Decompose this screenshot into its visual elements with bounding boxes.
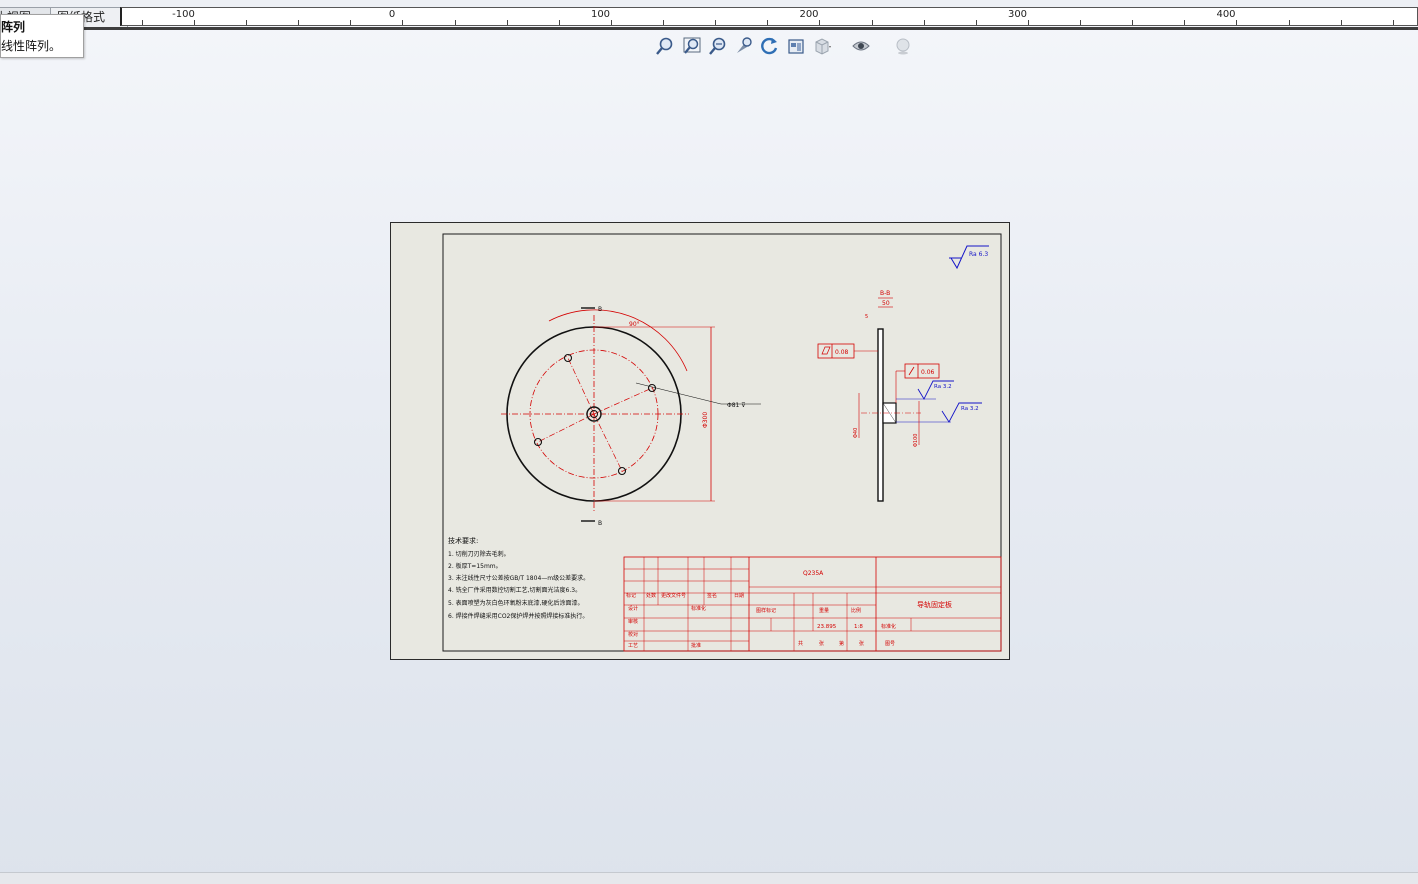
roughness-label-2: Ra 3.2	[961, 406, 979, 412]
note-line: 2. 板厚T=15mm。	[448, 562, 502, 570]
ruler-tick	[1236, 20, 1238, 25]
drawing-canvas: Ra 6.3 90° Φ300 Φ81 ⊽ B B B-B 50 5 0.08 …	[442, 233, 1002, 652]
ruler-tick	[141, 20, 143, 25]
ruler-label: 0	[388, 9, 396, 20]
weight-value: 23.895	[817, 624, 837, 630]
dim-side-label-2: Φ100	[913, 434, 919, 447]
status-bar	[0, 872, 1418, 884]
ruler-tick	[767, 20, 769, 25]
tb-misc: 共	[798, 640, 803, 647]
ruler-tick	[1392, 20, 1394, 25]
ruler-tick	[402, 20, 404, 25]
tb-role: 工艺	[628, 643, 638, 649]
technical-notes: 技术要求: 1. 切削刀刃除去毛刺。 2. 板厚T=15mm。 3. 未注线性尺…	[448, 536, 589, 620]
tb-misc: 张	[859, 640, 864, 647]
material-label: Q235A	[803, 570, 824, 577]
tb-role: 设计	[628, 605, 638, 612]
tb-header: 图样标记	[756, 607, 776, 614]
tb-role: 校对	[628, 631, 638, 638]
tb-role: 审核	[628, 618, 638, 625]
ruler-tick	[558, 20, 560, 25]
ruler-tick	[975, 20, 977, 25]
hole-callout: Φ81 ⊽	[727, 402, 746, 409]
ruler-tick	[454, 20, 456, 25]
horizontal-ruler: -100 0 100 200 300 400	[120, 7, 1418, 26]
tb-misc: 标准化	[881, 623, 896, 630]
tb-header: 标记	[626, 592, 636, 599]
roughness-symbol-top: Ra 6.3	[949, 245, 989, 270]
dim-thickness-label: 5	[865, 314, 868, 320]
tb-misc: 第	[839, 640, 844, 647]
section-view-title: B-B	[880, 290, 890, 297]
section-view: B-B 50 5 0.08 0.06 Ra 3.2 Ra 3.2 Φ40 Φ10…	[817, 290, 982, 502]
ruler-label: 100	[590, 9, 611, 20]
ruler-tick	[871, 20, 873, 25]
title-block: Q235A 导轨固定板 23.895 1:8 标记 处数 更改文件号 签名 日期…	[623, 556, 1002, 652]
roughness-label-top: Ra 6.3	[969, 251, 988, 258]
ruler-tick	[1184, 20, 1186, 25]
ruler-label: 200	[799, 9, 819, 20]
tb-header: 日期	[734, 593, 744, 599]
ruler-tick	[1027, 20, 1029, 25]
tooltip-description: 线性阵列。	[1, 39, 62, 53]
tb-header: 签名	[707, 592, 717, 599]
3d-drawing-view-icon[interactable]	[786, 36, 806, 56]
ruler-tick	[819, 20, 821, 25]
ruler-tick	[923, 20, 925, 25]
ruler-tick	[298, 20, 300, 25]
note-line: 5. 表面喷塑为灰白色环氧粉末底漆,硬化后涂面漆。	[448, 599, 584, 607]
heads-up-view-toolbar	[655, 36, 915, 56]
tb-header: 更改文件号	[661, 592, 686, 599]
ruler-tick	[1288, 20, 1290, 25]
ruler-divider	[0, 27, 1418, 30]
ruler-tick	[1080, 20, 1082, 25]
zoom-to-selection-icon[interactable]	[734, 36, 754, 56]
dim-side-label-1: Φ40	[853, 428, 859, 438]
tb-misc: 张	[819, 640, 824, 647]
ruler-tick	[350, 20, 352, 25]
flatness-value: 0.08	[835, 349, 849, 356]
diameter-label: Φ300	[702, 412, 709, 428]
ruler-tick	[246, 20, 248, 25]
ruler-label: -100	[172, 9, 195, 20]
tb-header: 比例	[851, 607, 861, 614]
roughness-label-1: Ra 3.2	[934, 384, 952, 390]
tb-role: 批准	[691, 642, 701, 649]
rotate-view-icon[interactable]	[760, 36, 780, 56]
section-marker-top: B	[598, 306, 602, 313]
zoom-in-out-icon[interactable]	[708, 36, 728, 56]
note-line: 1. 切削刀刃除去毛刺。	[448, 550, 510, 558]
runout-value: 0.06	[921, 369, 935, 376]
zoom-to-fit-icon[interactable]	[655, 36, 675, 56]
scale-value: 1:8	[854, 624, 863, 630]
note-line: 4. 铣全厂件采用数控切割工艺,切割面光洁度6.3。	[448, 586, 581, 594]
tb-header: 处数	[646, 592, 656, 599]
ruler-tick	[506, 20, 508, 25]
tb-header: 重量	[819, 607, 829, 614]
front-view: 90° Φ300 Φ81 ⊽ B B	[501, 306, 761, 527]
ruler-tick	[193, 20, 195, 25]
ruler-label: 400	[1216, 9, 1236, 20]
tooltip-title: 阵列	[1, 20, 26, 34]
note-line: 3. 未注线性尺寸公差按GB/T 1804—m级公差要求。	[448, 574, 589, 582]
ruler-tick	[610, 20, 612, 25]
hide-show-items-icon[interactable]	[851, 36, 871, 56]
tb-misc: 图号	[885, 641, 895, 647]
section-marker-bottom: B	[598, 520, 602, 527]
ruler-label: 300	[1007, 9, 1028, 20]
tooltip: 阵列 线性阵列。	[0, 14, 84, 58]
tb-role: 标准化	[691, 605, 706, 612]
ruler-tick	[663, 20, 665, 25]
ruler-tick	[1132, 20, 1134, 25]
notes-title: 技术要求:	[448, 536, 478, 545]
dim-top-label: 50	[882, 300, 890, 307]
drawing-sheet[interactable]: Ra 6.3 90° Φ300 Φ81 ⊽ B B B-B 50 5 0.08 …	[390, 222, 1010, 660]
apply-scene-icon[interactable]	[893, 36, 913, 56]
ruler-tick	[715, 20, 717, 25]
zoom-to-area-icon[interactable]	[682, 36, 702, 56]
display-style-icon[interactable]	[812, 36, 832, 56]
ruler-tick	[1340, 20, 1342, 25]
note-line: 6. 焊接件焊缝采用CO2保护焊并按照焊接标准执行。	[448, 612, 588, 620]
part-name: 导轨固定板	[917, 600, 952, 609]
